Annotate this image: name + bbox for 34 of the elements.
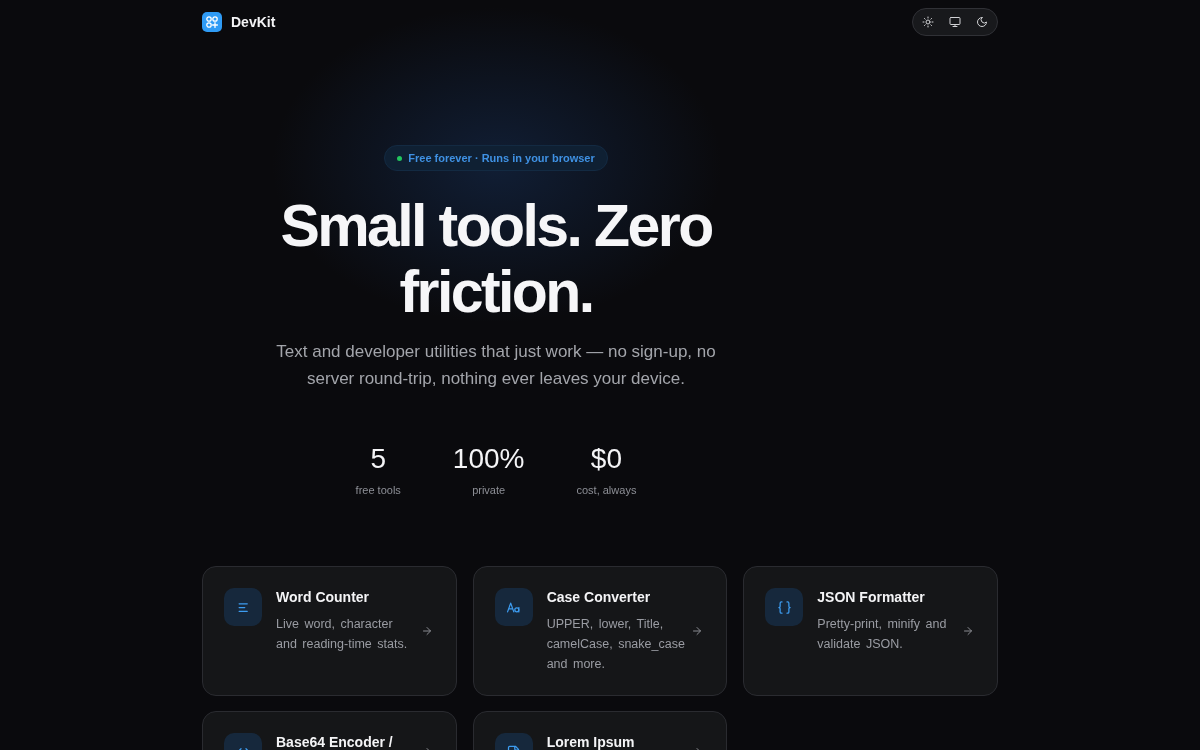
card-title: JSON Formatter	[817, 588, 926, 606]
card-title: Word Counter	[276, 588, 371, 606]
stat-value: 5	[370, 442, 386, 476]
card-title: Case Converter	[546, 588, 652, 606]
tool-card[interactable]: Case Converter UPPER, lower, Title, camelCase, snake_case and more.	[472, 566, 728, 696]
letter-case-icon	[494, 588, 533, 626]
sun-icon	[922, 16, 934, 28]
tool-card[interactable]: JSON Formatter Pretty-print, minify and validate JSON.	[743, 566, 998, 696]
hero-headline: Small tools. Zero friction.	[279, 193, 713, 325]
monitor-icon	[949, 16, 961, 28]
hero-subtitle: Text and developer utilities that just work — no sign-up, no server round-trip, nothing ever leaves your device.	[275, 341, 717, 390]
stat-label: cost, always	[576, 483, 637, 498]
card-title: Base64 Encoder /	[276, 733, 394, 750]
tool-card[interactable]: Word Counter Live word, character and reading-time stats.	[202, 566, 457, 696]
stat-label: private	[472, 483, 506, 498]
status-dot-icon	[397, 155, 403, 161]
arrow-right-icon	[420, 625, 433, 637]
card-description: Live word, character and reading-time stats.	[276, 616, 409, 653]
logo-icon	[202, 12, 222, 32]
tool-card[interactable]: Base64 Encoder /	[202, 711, 457, 750]
card-description: UPPER, lower, Title, camelCase, snake_case and more.	[546, 616, 686, 673]
arrow-right-icon	[691, 625, 704, 637]
card-title: Lorem Ipsum	[546, 733, 636, 750]
badge-text: Free forever · Runs in your browser	[408, 152, 595, 164]
stat-value: 100%	[452, 442, 525, 476]
stat-label: free tools	[355, 483, 401, 498]
tool-card[interactable]: Lorem Ipsum	[472, 711, 728, 750]
arrow-right-icon	[962, 625, 974, 637]
braces-icon	[765, 588, 804, 626]
text-lines-icon	[224, 588, 262, 626]
stat-value: $0	[590, 442, 622, 476]
moon-icon	[976, 16, 988, 28]
brand-name[interactable]: DevKit	[231, 14, 276, 30]
card-description: Pretty-print, minify and validate JSON.	[817, 616, 948, 653]
